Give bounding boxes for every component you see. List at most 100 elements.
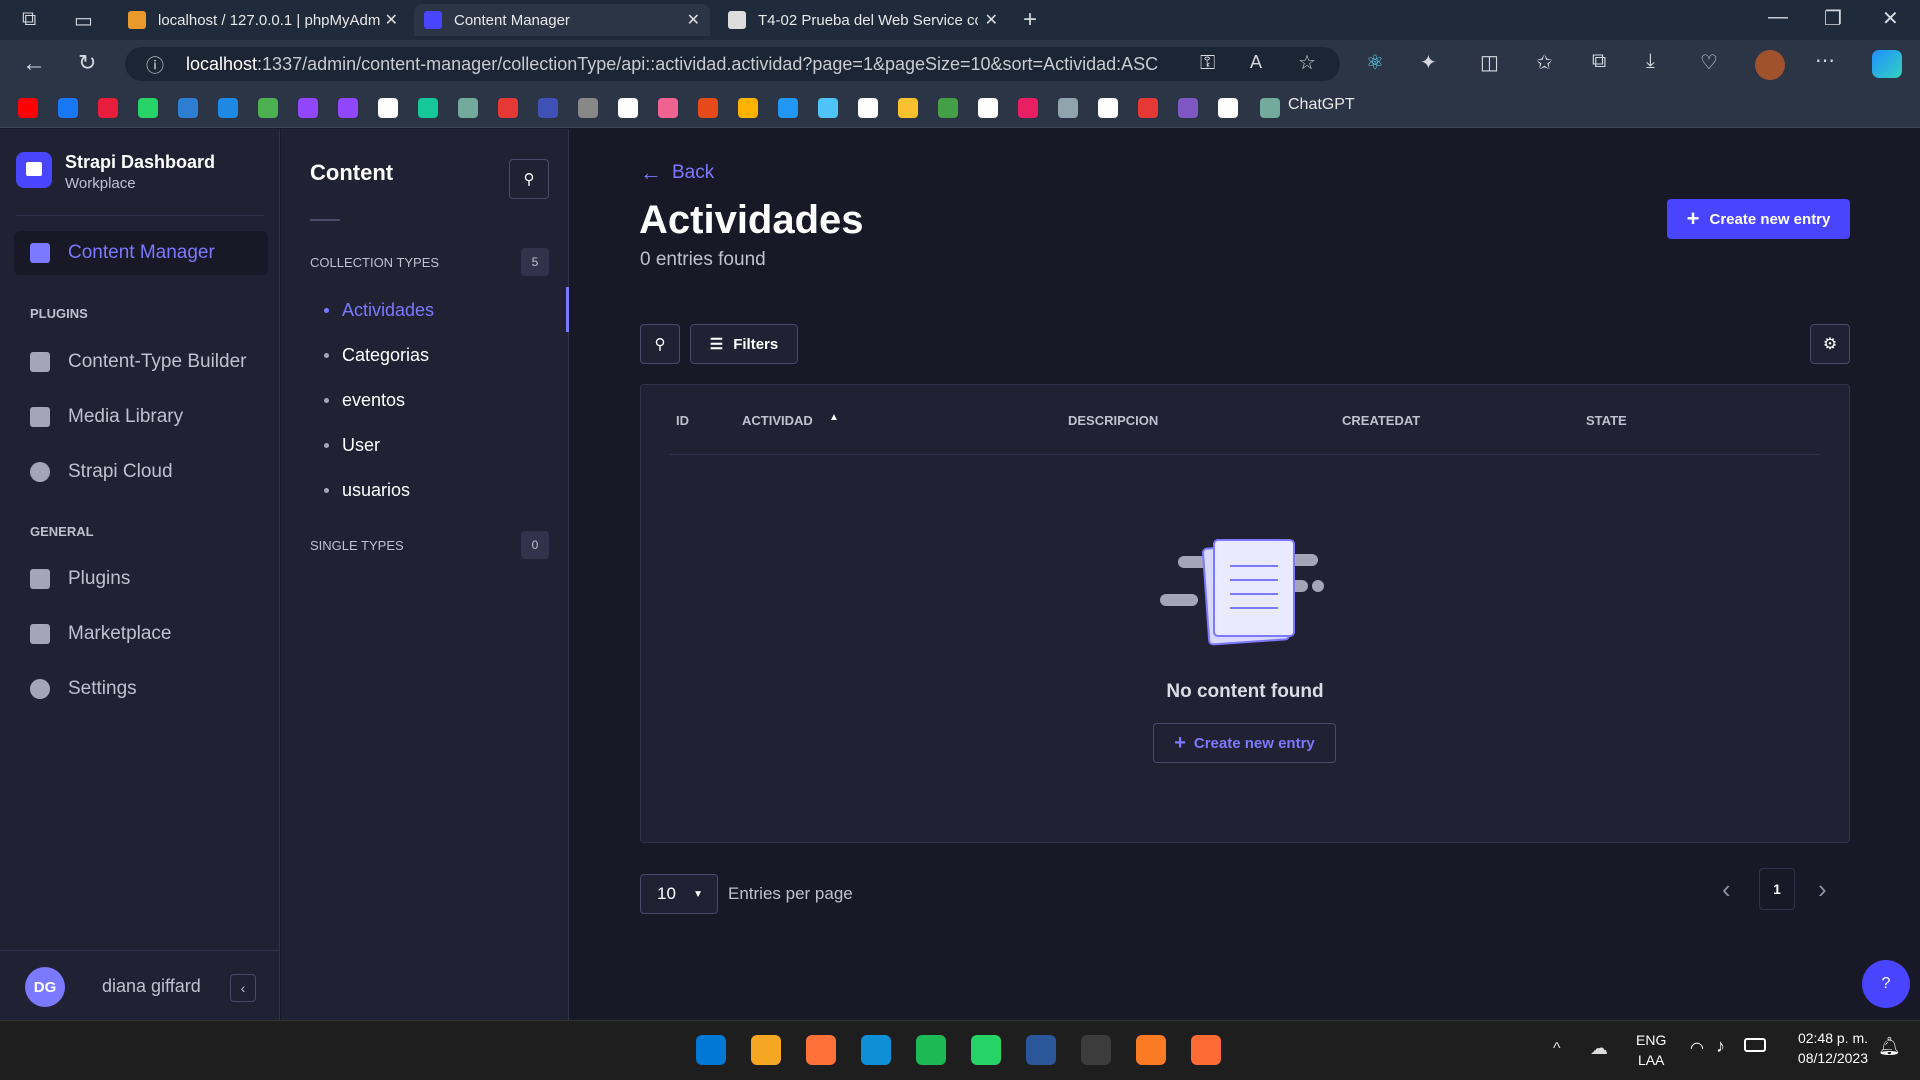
close-window-icon[interactable]: ✕: [1882, 6, 1899, 31]
taskbar-app-icon[interactable]: [861, 1035, 891, 1065]
collapse-nav-button[interactable]: ‹: [230, 974, 256, 1002]
bookmark-icon[interactable]: [378, 98, 398, 118]
workspaces-icon[interactable]: ⧉: [22, 8, 36, 31]
nav-marketplace[interactable]: Marketplace: [14, 612, 268, 656]
collection-item-actividades[interactable]: Actividades: [342, 300, 434, 321]
battery-icon[interactable]: [1744, 1038, 1766, 1052]
read-aloud-icon[interactable]: A: [1250, 52, 1262, 73]
nav-strapi-cloud[interactable]: Strapi Cloud: [14, 450, 268, 494]
react-devtools-icon[interactable]: ⚛: [1366, 50, 1384, 75]
close-tab-icon[interactable]: ✕: [687, 10, 700, 30]
bookmark-icon[interactable]: [498, 98, 518, 118]
tab-phpmyadmin[interactable]: localhost / 127.0.0.1 | phpMyAdm ✕: [118, 4, 408, 36]
collection-item-user[interactable]: User: [342, 435, 380, 456]
col-id[interactable]: ID: [676, 413, 689, 428]
close-tab-icon[interactable]: ✕: [985, 10, 998, 30]
taskbar-app-icon[interactable]: [1191, 1035, 1221, 1065]
bookmark-icon[interactable]: [858, 98, 878, 118]
tab-prueba-web-service[interactable]: T4-02 Prueba del Web Service co ✕: [718, 4, 1008, 36]
downloads-icon[interactable]: ⤓: [1646, 50, 1655, 73]
nav-content-manager[interactable]: Content Manager: [14, 231, 268, 275]
bookmark-icon[interactable]: [138, 98, 158, 118]
collection-types-label[interactable]: COLLECTION TYPES: [310, 255, 439, 270]
taskbar-app-icon[interactable]: [696, 1035, 726, 1065]
col-actividad[interactable]: ACTIVIDAD: [742, 413, 813, 428]
bookmark-icon[interactable]: [418, 98, 438, 118]
close-tab-icon[interactable]: ✕: [385, 10, 398, 30]
bookmark-icon[interactable]: [458, 98, 478, 118]
bookmark-icon[interactable]: [1218, 98, 1238, 118]
favorites-icon[interactable]: ✩: [1536, 50, 1553, 75]
bookmark-icon[interactable]: [1098, 98, 1118, 118]
user-avatar[interactable]: DG: [25, 967, 65, 1007]
refresh-icon[interactable]: ↻: [78, 50, 96, 76]
taskbar-app-icon[interactable]: [1026, 1035, 1056, 1065]
nav-settings[interactable]: Settings: [14, 667, 268, 711]
new-tab-icon[interactable]: +: [1023, 6, 1037, 34]
bookmark-icon[interactable]: [818, 98, 838, 118]
clock[interactable]: 02:48 p. m. 08/12/2023: [1780, 1030, 1868, 1066]
volume-icon[interactable]: ♪: [1716, 1036, 1725, 1057]
profile-avatar[interactable]: [1755, 50, 1785, 80]
notifications-icon[interactable]: 🔔︎: [1878, 1036, 1901, 1057]
bookmark-icon[interactable]: [258, 98, 278, 118]
copilot-icon[interactable]: [1872, 50, 1902, 78]
back-nav-icon[interactable]: ←: [22, 50, 46, 78]
bookmark-icon[interactable]: [218, 98, 238, 118]
key-icon[interactable]: ⚿: [1200, 52, 1215, 75]
bookmark-icon[interactable]: [698, 98, 718, 118]
bookmark-icon[interactable]: [298, 98, 318, 118]
table-search-button[interactable]: ⚲: [640, 324, 680, 364]
extensions-icon[interactable]: ✦: [1420, 50, 1437, 75]
bookmark-chatgpt[interactable]: ChatGPT: [1288, 96, 1355, 114]
create-entry-button[interactable]: + Create new entry: [1667, 199, 1850, 239]
subnav-search-button[interactable]: ⚲: [509, 159, 549, 199]
empty-create-entry-button[interactable]: + Create new entry: [1153, 723, 1336, 763]
next-page-icon[interactable]: ›: [1818, 874, 1827, 905]
bookmark-icon[interactable]: [338, 98, 358, 118]
col-createdat[interactable]: CREATEDAT: [1342, 413, 1420, 428]
browser-essentials-icon[interactable]: ♡: [1700, 50, 1718, 75]
sort-asc-icon[interactable]: ▲: [829, 412, 839, 423]
nav-content-type-builder[interactable]: Content-Type Builder: [14, 340, 268, 384]
tab-content-manager[interactable]: Content Manager ✕: [414, 4, 710, 36]
col-state[interactable]: STATE: [1586, 413, 1627, 428]
col-descripcion[interactable]: DESCRIPCION: [1068, 413, 1158, 428]
back-link[interactable]: ← Back: [640, 160, 714, 186]
page-1-button[interactable]: 1: [1759, 868, 1795, 910]
collection-item-eventos[interactable]: eventos: [342, 390, 405, 411]
bookmark-icon[interactable]: [538, 98, 558, 118]
favorite-star-icon[interactable]: ☆: [1298, 50, 1316, 75]
minimize-icon[interactable]: —: [1768, 6, 1788, 29]
split-screen-icon[interactable]: ◫: [1480, 50, 1499, 75]
tab-actions-icon[interactable]: ▭: [74, 8, 93, 33]
collections-icon[interactable]: ⧉: [1592, 50, 1606, 73]
taskbar-app-icon[interactable]: [1081, 1035, 1111, 1065]
prev-page-icon[interactable]: ‹: [1722, 874, 1731, 905]
restore-icon[interactable]: ❐: [1824, 6, 1842, 31]
taskbar-app-icon[interactable]: [1136, 1035, 1166, 1065]
bookmark-icon[interactable]: [98, 98, 118, 118]
help-button[interactable]: ?: [1862, 960, 1910, 1008]
page-size-select[interactable]: 10 ▼: [640, 874, 718, 914]
bookmark-icon[interactable]: [1018, 98, 1038, 118]
bookmark-icon[interactable]: [618, 98, 638, 118]
bookmark-icon[interactable]: [778, 98, 798, 118]
taskbar-app-icon[interactable]: [916, 1035, 946, 1065]
collection-item-categorias[interactable]: Categorias: [342, 345, 429, 366]
collection-item-usuarios[interactable]: usuarios: [342, 480, 410, 501]
chatgpt-icon[interactable]: [1260, 98, 1280, 118]
nav-media-library[interactable]: Media Library: [14, 395, 268, 439]
more-menu-icon[interactable]: ⋯: [1815, 48, 1835, 73]
user-name[interactable]: diana giffard: [102, 976, 201, 997]
bookmark-icon[interactable]: [1178, 98, 1198, 118]
bookmark-icon[interactable]: [978, 98, 998, 118]
onedrive-icon[interactable]: ☁: [1590, 1038, 1608, 1059]
bookmark-icon[interactable]: [738, 98, 758, 118]
taskbar-app-icon[interactable]: [751, 1035, 781, 1065]
site-info-icon[interactable]: ⓘ: [146, 52, 164, 78]
bookmark-icon[interactable]: [58, 98, 78, 118]
taskbar-app-icon[interactable]: [806, 1035, 836, 1065]
nav-plugins[interactable]: Plugins: [14, 557, 268, 601]
bookmark-icon[interactable]: [178, 98, 198, 118]
